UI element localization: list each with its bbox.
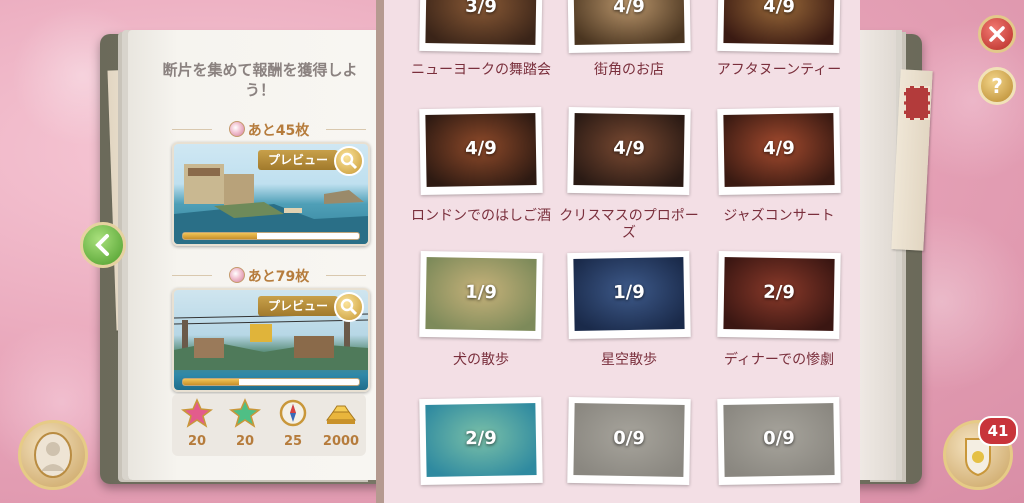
gallery-tile[interactable]: 1/9	[567, 250, 691, 340]
remaining-count: あと45枚	[172, 120, 366, 140]
scene-caption: ディナーでの惨劇	[723, 352, 835, 368]
remaining-count: あと79枚	[172, 266, 366, 286]
close-button[interactable]	[978, 15, 1016, 53]
scene-caption: 街角のお店	[594, 62, 664, 78]
question-icon: ?	[991, 74, 1003, 98]
fragment-progress: 2/9	[763, 281, 796, 304]
fragment-progress: 4/9	[763, 0, 796, 18]
gold-bars-icon	[326, 405, 356, 424]
magnifier-icon[interactable]	[334, 292, 364, 322]
gallery-tile[interactable]: 2/9	[419, 396, 543, 486]
notification-badge: 41	[978, 416, 1018, 446]
gallery-tile[interactable]: 4/9	[717, 106, 841, 196]
fragment-progress: 1/9	[465, 281, 498, 304]
fragment-progress: 2/9	[464, 427, 497, 450]
gallery-page: 3/9 ニューヨークの舞踏会 4/9 街角のお店 4/9 アフタヌーンティー 4/9 ロンドン…	[378, 0, 860, 503]
fragment-progress: 4/9	[762, 137, 795, 160]
chevron-left-icon	[95, 234, 109, 256]
reward-compass: 25	[270, 398, 316, 449]
fragment-gem-icon	[228, 267, 245, 283]
pink-star-icon	[181, 398, 213, 428]
progress-fill	[183, 379, 240, 385]
gallery-tile[interactable]: 4/9	[717, 0, 841, 54]
fragment-gem-icon	[228, 121, 245, 137]
fragment-progress: 1/9	[612, 281, 645, 304]
close-icon	[989, 26, 1005, 42]
gallery-tile[interactable]: 0/9	[717, 396, 841, 486]
gallery-tile[interactable]: 0/9	[567, 396, 691, 486]
gallery-tile[interactable]: 3/9	[419, 0, 543, 54]
back-button[interactable]	[80, 222, 126, 268]
fragment-progress: 0/9	[762, 427, 795, 450]
gallery-tile[interactable]: 1/9	[419, 250, 543, 340]
preview-button[interactable]: プレビュー	[257, 150, 338, 170]
svg-text:?: ?	[991, 74, 1003, 98]
help-button[interactable]: ?	[978, 67, 1016, 105]
compass-icon	[279, 399, 307, 427]
preview-button[interactable]: プレビュー	[257, 296, 338, 316]
reward-green-star: 20	[222, 398, 268, 449]
scene-caption: ジャズコンサート	[723, 208, 835, 224]
fragment-progress: 0/9	[613, 427, 646, 450]
fragment-progress: 4/9	[613, 137, 646, 160]
gallery-tile[interactable]: 4/9	[419, 106, 543, 196]
magnifier-icon[interactable]	[334, 146, 364, 176]
progress-bar	[182, 232, 360, 240]
gallery-tile[interactable]: 2/9	[717, 250, 841, 340]
reward-scene-preview[interactable]: プレビュー	[172, 142, 370, 246]
rewards-row: 20 20 25 2000	[172, 394, 366, 456]
reward-scene-preview[interactable]: プレビュー	[172, 288, 370, 392]
scene-caption: ニューヨークの舞踏会	[411, 62, 551, 78]
right-page-edge	[860, 30, 896, 480]
stamp-icon	[904, 86, 930, 120]
progress-fill	[183, 233, 257, 239]
progress-bar	[182, 378, 360, 386]
gallery-tile[interactable]: 4/9	[567, 0, 691, 54]
portrait-cameo-icon	[34, 432, 72, 478]
reward-pink-star: 20	[174, 398, 220, 449]
scene-caption: ロンドンでのはしご酒	[411, 208, 551, 224]
gallery-tile[interactable]: 4/9	[567, 106, 691, 196]
scene-caption: 星空散歩	[601, 352, 657, 368]
page-heading: 断片を集めて報酬を獲得しよう！	[162, 61, 358, 99]
reward-gold: 2000	[318, 398, 364, 449]
green-star-icon	[229, 398, 261, 428]
fragment-progress: 4/9	[612, 0, 645, 18]
scene-caption: 犬の散歩	[453, 352, 509, 368]
book-spine	[376, 0, 384, 503]
fragment-progress: 3/9	[465, 0, 498, 18]
fragment-progress: 4/9	[464, 137, 497, 160]
scene-caption: アフタヌーンティー	[716, 62, 842, 78]
scene-caption: クリスマスのプロポーズ	[559, 208, 699, 241]
portrait-button[interactable]	[18, 420, 88, 490]
